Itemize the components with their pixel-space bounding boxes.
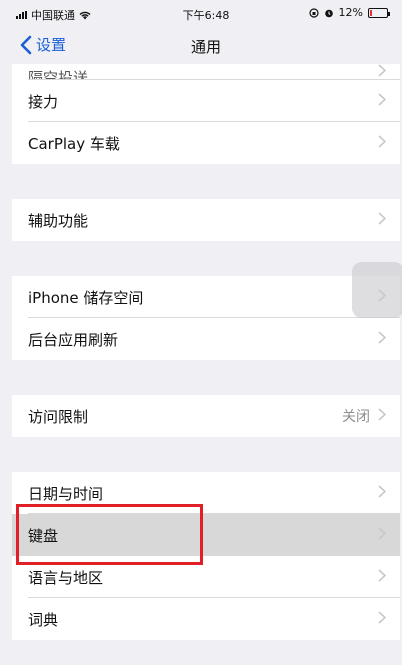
row-label: 日期与时间 bbox=[28, 484, 104, 503]
settings-row-keyboard[interactable]: 键盘 bbox=[12, 514, 400, 556]
settings-row-airdrop[interactable]: 隔空投送 bbox=[12, 64, 400, 80]
nav-bar: 设置 通用 bbox=[12, 26, 400, 64]
settings-group-regional: 日期与时间 键盘 语言与地区 词典 bbox=[12, 472, 400, 640]
chevron-right-icon bbox=[378, 331, 386, 344]
settings-group-storage: iPhone 储存空间 后台应用刷新 bbox=[12, 276, 400, 360]
status-right: 12% bbox=[308, 6, 390, 19]
chevron-right-icon bbox=[378, 485, 386, 498]
settings-group-accessibility: 辅助功能 bbox=[12, 199, 400, 241]
row-label: CarPlay 车载 bbox=[28, 134, 120, 153]
row-label: 词典 bbox=[28, 610, 59, 629]
chevron-right-icon bbox=[378, 212, 386, 225]
settings-row-carplay[interactable]: CarPlay 车载 bbox=[12, 122, 400, 164]
page-title: 通用 bbox=[190, 38, 221, 56]
row-label: 后台应用刷新 bbox=[28, 330, 119, 349]
chevron-right-icon bbox=[378, 64, 386, 77]
settings-row-language-region[interactable]: 语言与地区 bbox=[12, 556, 400, 598]
orientation-lock-icon bbox=[308, 7, 319, 18]
row-label: 接力 bbox=[28, 92, 59, 111]
chevron-right-icon bbox=[378, 569, 386, 582]
row-label: 键盘 bbox=[28, 526, 59, 545]
settings-group-continuity: 隔空投送 接力 CarPlay 车载 bbox=[12, 64, 400, 164]
settings-row-date-time[interactable]: 日期与时间 bbox=[12, 472, 400, 514]
row-label: 辅助功能 bbox=[28, 211, 89, 230]
chevron-right-icon bbox=[378, 408, 386, 421]
chevron-right-icon bbox=[378, 611, 386, 624]
row-label: iPhone 储存空间 bbox=[28, 288, 144, 307]
row-label: 访问限制 bbox=[28, 407, 89, 426]
assistive-touch-button[interactable] bbox=[352, 262, 402, 318]
alarm-icon bbox=[324, 9, 333, 17]
row-label: 隔空投送 bbox=[28, 69, 89, 80]
settings-row-accessibility[interactable]: 辅助功能 bbox=[12, 199, 400, 241]
settings-group-restrictions: 访问限制 关闭 bbox=[12, 395, 400, 437]
row-label: 语言与地区 bbox=[28, 568, 104, 587]
settings-row-restrictions[interactable]: 访问限制 关闭 bbox=[12, 395, 400, 437]
settings-row-background-refresh[interactable]: 后台应用刷新 bbox=[12, 318, 400, 360]
settings-row-handoff[interactable]: 接力 bbox=[12, 80, 400, 122]
chevron-right-icon bbox=[378, 135, 386, 148]
status-bar: 中国联通 下午6:48 12% bbox=[12, 0, 400, 26]
chevron-right-icon bbox=[378, 93, 386, 106]
settings-row-iphone-storage[interactable]: iPhone 储存空间 bbox=[12, 276, 400, 318]
settings-row-dictionary[interactable]: 词典 bbox=[12, 598, 400, 640]
battery-icon bbox=[368, 7, 390, 18]
chevron-right-icon bbox=[378, 527, 386, 540]
row-value: 关闭 bbox=[342, 409, 370, 425]
settings-list: 隔空投送 接力 CarPlay 车载 辅助功能 iPhone 储存空间 后台应用… bbox=[12, 64, 400, 665]
battery-percent: 12% bbox=[338, 6, 363, 19]
settings-screen: 中国联通 下午6:48 12% 设置 通用 隔空投送 接力 CarPlay 车载… bbox=[12, 0, 402, 665]
